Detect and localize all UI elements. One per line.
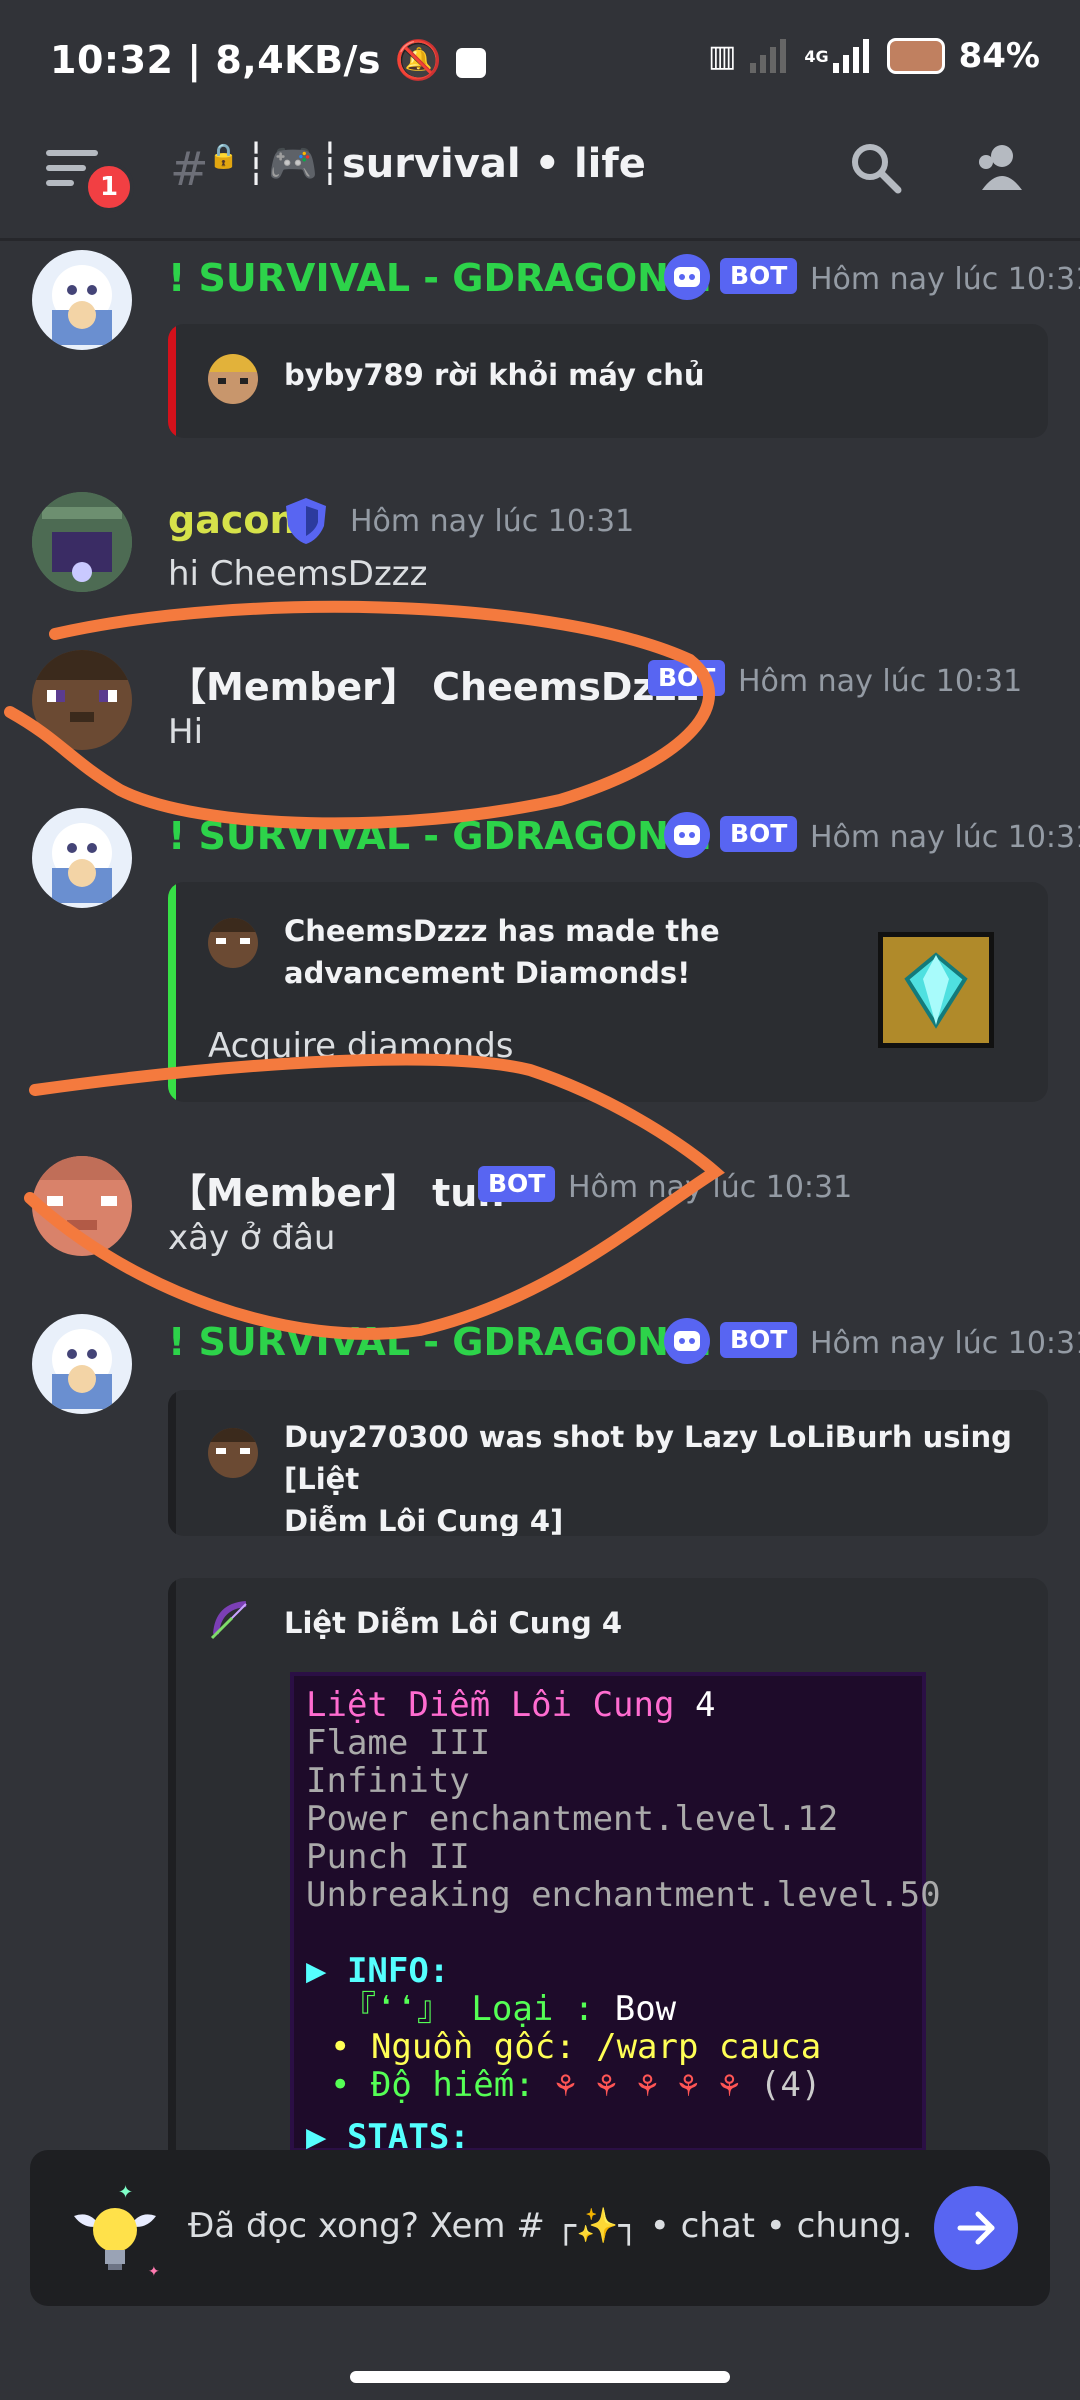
message-text: Hi	[168, 712, 204, 752]
status-left: 10:32 | 8,4KB/s 🔕	[50, 38, 487, 83]
verified-bot-icon	[664, 1318, 710, 1364]
tooltip-type-row: 『❛❛』 Loại : Bow	[306, 1990, 910, 2028]
tooltip-enchant: Power enchantment.level.12	[306, 1799, 839, 1839]
bot-badge: BOT	[720, 258, 798, 294]
diamond-icon	[878, 932, 994, 1048]
embed-description: Acquire diamonds	[208, 1026, 514, 1066]
author-name[interactable]: ! SURVIVAL - GDRAGON...	[168, 814, 712, 858]
status-right: ▥ 4G 84%	[708, 36, 1040, 76]
embed-title: CheemsDzzz has made the advancement Diam…	[284, 910, 720, 994]
avatar[interactable]	[32, 1156, 132, 1256]
signal-icon	[750, 39, 787, 73]
bot-badge: BOT	[720, 1322, 798, 1358]
embed: CheemsDzzz has made the advancement Diam…	[168, 882, 1048, 1102]
svg-text:✦: ✦	[148, 2264, 160, 2280]
timestamp: Hôm nay lúc 10:31	[810, 1326, 1080, 1361]
verified-bot-icon	[664, 812, 710, 858]
tooltip-enchant: Unbreaking enchantment.level.50	[306, 1875, 941, 1915]
bot-avatar-image	[52, 265, 112, 345]
signal-icon-2	[832, 39, 869, 73]
vibrate-icon: ▥	[707, 38, 737, 74]
bot-badge: BOT	[648, 660, 726, 696]
item-embed-title: Liệt Diễm Lôi Cung 4	[284, 1606, 623, 1640]
author-name[interactable]: gacon	[168, 498, 297, 542]
avatar[interactable]	[32, 250, 132, 350]
mute-icon: 🔕	[394, 38, 443, 82]
player-head-icon	[208, 1428, 258, 1478]
channel-title[interactable]: ┆🎮┆survival • life	[244, 140, 646, 187]
embed: Duy270300 was shot by Lazy LoLiBurh usin…	[168, 1390, 1048, 1536]
app-notification-icon	[456, 47, 487, 78]
embed-color-bar	[168, 882, 176, 1102]
send-button[interactable]	[934, 2186, 1018, 2270]
embed-text: Duy270300 was shot by Lazy LoLiBurh usin…	[284, 1416, 1048, 1536]
search-icon[interactable]	[848, 140, 904, 196]
tooltip-rarity-label: • Độ hiếm:	[330, 2065, 535, 2105]
author-name[interactable]: ! SURVIVAL - GDRAGON...	[168, 1320, 712, 1364]
embed-title-line: CheemsDzzz has made the	[284, 914, 720, 948]
avatar[interactable]	[32, 808, 132, 908]
shield-icon	[286, 498, 326, 544]
arrow-right-icon	[957, 2211, 995, 2245]
notification-badge: 1	[84, 162, 134, 212]
members-icon[interactable]	[972, 140, 1028, 196]
bot-badge: BOT	[720, 816, 798, 852]
svg-text:✦: ✦	[118, 2182, 133, 2203]
network-type: 4G	[804, 46, 829, 66]
locked-channel-icon: #🔒	[170, 142, 239, 196]
avatar[interactable]	[32, 492, 132, 592]
verified-bot-icon	[664, 254, 710, 300]
bot-badge: BOT	[478, 1166, 556, 1202]
home-indicator[interactable]	[350, 2371, 730, 2383]
bow-icon	[210, 1601, 247, 1640]
item-tooltip-image[interactable]: Liệt Diễm Lôi Cung 4 Flame III Infinity …	[290, 1672, 941, 2156]
read-prompt-text: Đã đọc xong? Xem # ┌✨┐ • chat • chung.	[188, 2206, 913, 2246]
tooltip-rarity-value: (4)	[759, 2065, 822, 2105]
tooltip-item-name: Liệt Diễm Lôi Cung	[306, 1685, 675, 1725]
status-bar: 10:32 | 8,4KB/s 🔕 ▥ 4G 84%	[0, 0, 1080, 120]
tooltip-enchant: Flame III	[306, 1723, 491, 1763]
timestamp: Hôm nay lúc 10:31	[350, 504, 635, 539]
embed-text-line: Duy270300 was shot by Lazy LoLiBurh usin…	[284, 1420, 1012, 1496]
timestamp: Hôm nay lúc 10:31	[810, 820, 1080, 855]
tooltip-type-value: Bow	[614, 1989, 677, 2029]
embed-text: byby789 rời khỏi máy chủ	[284, 358, 705, 392]
timestamp: Hôm nay lúc 10:31	[568, 1170, 853, 1205]
battery-icon	[886, 38, 945, 74]
embed-color-bar	[168, 1390, 176, 1536]
network-speed: 8,4KB/s	[215, 38, 382, 82]
author-name[interactable]: ! SURVIVAL - GDRAGON...	[168, 256, 712, 300]
avatar[interactable]	[32, 650, 132, 750]
embed-title-line: advancement Diamonds!	[284, 956, 691, 990]
timestamp: Hôm nay lúc 10:31	[738, 664, 1023, 699]
message-text: hi CheemsDzzz	[168, 554, 428, 594]
tooltip-name-row: Liệt Diễm Lôi Cung 4	[306, 1686, 910, 1724]
tooltip-item-level: 4	[694, 1685, 716, 1725]
tooltip-enchant: Punch II	[306, 1837, 470, 1877]
player-head-icon	[208, 354, 258, 404]
tooltip-rarity-row: • Độ hiếm: ⚘ ⚘ ⚘ ⚘ ⚘ (4)	[306, 2066, 910, 2104]
message-text: xây ở đâu	[168, 1218, 336, 1258]
author-name[interactable]: 【Member】 CheemsDzzz	[168, 656, 699, 711]
battery-level: 84%	[958, 36, 1040, 76]
lightbulb-wings-icon: ✦✦	[74, 2182, 160, 2280]
author-name[interactable]: 【Member】 tun	[168, 1162, 504, 1217]
embed-color-bar	[168, 1578, 176, 2178]
tooltip-enchant: Infinity	[306, 1761, 470, 1801]
player-head-icon	[208, 918, 258, 968]
timestamp: Hôm nay lúc 10:31	[810, 262, 1080, 297]
tooltip-info-header: ▶ INFO:	[306, 1951, 450, 1991]
tooltip-type-label: 『❛❛』 Loại :	[342, 1989, 595, 2029]
message-input-bar[interactable]: ✦ ✦ Đã đọc xong? Xem # ┌✨┐ • chat • chung…	[30, 2150, 1050, 2306]
header-divider	[0, 238, 1080, 241]
tooltip-origin: • Nguồn gốc: /warp cauca	[330, 2027, 822, 2067]
embed-text-line: Diễm Lôi Cung 4]	[284, 1504, 564, 1536]
clock: 10:32	[50, 38, 174, 82]
embed-color-bar	[168, 324, 176, 438]
embed: byby789 rời khỏi máy chủ	[168, 324, 1048, 438]
tooltip-rarity-symbols: ⚘ ⚘ ⚘ ⚘ ⚘	[555, 2065, 740, 2105]
avatar[interactable]	[32, 1314, 132, 1414]
